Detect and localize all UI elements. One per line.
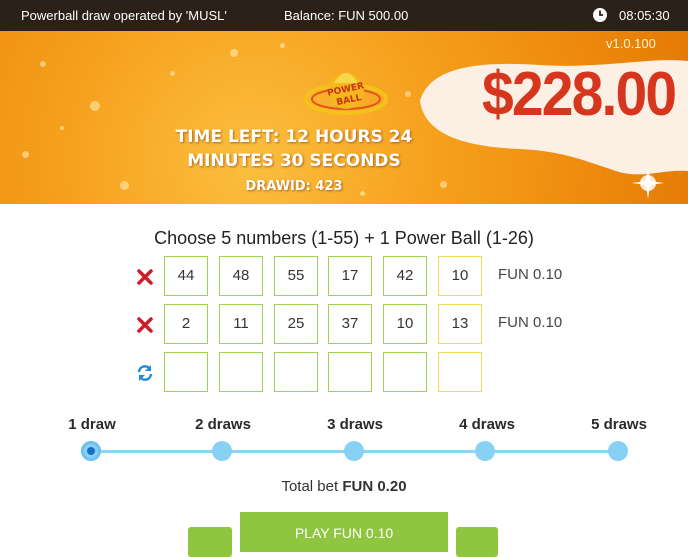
number-cell[interactable]: 25 bbox=[274, 304, 318, 344]
draw-option-label[interactable]: 1 draw bbox=[42, 416, 142, 433]
total-bet: Total bet FUN 0.20 bbox=[0, 478, 688, 495]
ticket-line: 2 11 25 37 10 13 FUN 0.10 bbox=[0, 304, 688, 346]
draw-id-text: DRAWID: 423 bbox=[245, 179, 343, 194]
number-cell[interactable]: 42 bbox=[383, 256, 427, 296]
powerball-logo: POWER BALL bbox=[304, 73, 388, 115]
time-left-text: TIME LEFT: 12 HOURS 24 MINUTES 30 SECOND… bbox=[175, 127, 413, 171]
line-price: FUN 0.10 bbox=[498, 266, 563, 283]
number-cell[interactable] bbox=[328, 352, 372, 392]
play-button[interactable]: PLAY FUN 0.10 bbox=[240, 512, 448, 552]
draw-option-label[interactable]: 2 draws bbox=[173, 416, 273, 433]
ticket-line bbox=[0, 352, 688, 394]
number-cell[interactable]: 44 bbox=[164, 256, 208, 296]
number-cell[interactable] bbox=[383, 352, 427, 392]
balance-text: Balance: FUN 500.00 bbox=[284, 8, 409, 23]
number-cell[interactable] bbox=[164, 352, 208, 392]
number-cell[interactable]: 55 bbox=[274, 256, 318, 296]
jackpot-banner: v1.0.100 $228.00 M POWER BALL TIME LEFT:… bbox=[0, 31, 688, 204]
right-action-button[interactable] bbox=[456, 527, 498, 557]
total-bet-value: FUN 0.20 bbox=[342, 478, 407, 495]
clock-icon bbox=[593, 8, 607, 22]
number-cell[interactable]: 11 bbox=[219, 304, 263, 344]
clock-time: 08:05:30 bbox=[619, 8, 670, 23]
number-cell[interactable] bbox=[219, 352, 263, 392]
number-cell[interactable] bbox=[274, 352, 318, 392]
powerball-cell[interactable]: 10 bbox=[438, 256, 482, 296]
total-bet-label: Total bet bbox=[281, 478, 339, 495]
powerball-cell[interactable]: 13 bbox=[438, 304, 482, 344]
number-cell[interactable]: 17 bbox=[328, 256, 372, 296]
number-cell[interactable]: 2 bbox=[164, 304, 208, 344]
draw-knob[interactable] bbox=[608, 441, 628, 461]
draw-option-label[interactable]: 5 draws bbox=[569, 416, 669, 433]
left-action-button[interactable] bbox=[188, 527, 232, 557]
remove-icon[interactable] bbox=[136, 268, 154, 286]
instruction-text: Choose 5 numbers (1-55) + 1 Power Ball (… bbox=[154, 228, 534, 248]
jackpot-amount: $228.00 M bbox=[482, 60, 688, 129]
line-price: FUN 0.10 bbox=[498, 314, 563, 331]
draw-knob[interactable] bbox=[212, 441, 232, 461]
ticket-line: 44 48 55 17 42 10 FUN 0.10 bbox=[0, 256, 688, 298]
draw-knob[interactable] bbox=[344, 441, 364, 461]
draw-knob[interactable] bbox=[475, 441, 495, 461]
sparkle-icon bbox=[632, 171, 664, 199]
operator-text: Powerball draw operated by 'MUSL' bbox=[21, 8, 227, 23]
draw-option-label[interactable]: 3 draws bbox=[305, 416, 405, 433]
top-bar: Powerball draw operated by 'MUSL' Balanc… bbox=[0, 0, 688, 31]
remove-icon[interactable] bbox=[136, 316, 154, 334]
draw-option-label[interactable]: 4 draws bbox=[437, 416, 537, 433]
draw-knob-selected[interactable] bbox=[81, 441, 101, 461]
refresh-icon[interactable] bbox=[136, 364, 154, 382]
number-cell[interactable]: 37 bbox=[328, 304, 372, 344]
number-cell[interactable]: 48 bbox=[219, 256, 263, 296]
powerball-cell[interactable] bbox=[438, 352, 482, 392]
number-cell[interactable]: 10 bbox=[383, 304, 427, 344]
